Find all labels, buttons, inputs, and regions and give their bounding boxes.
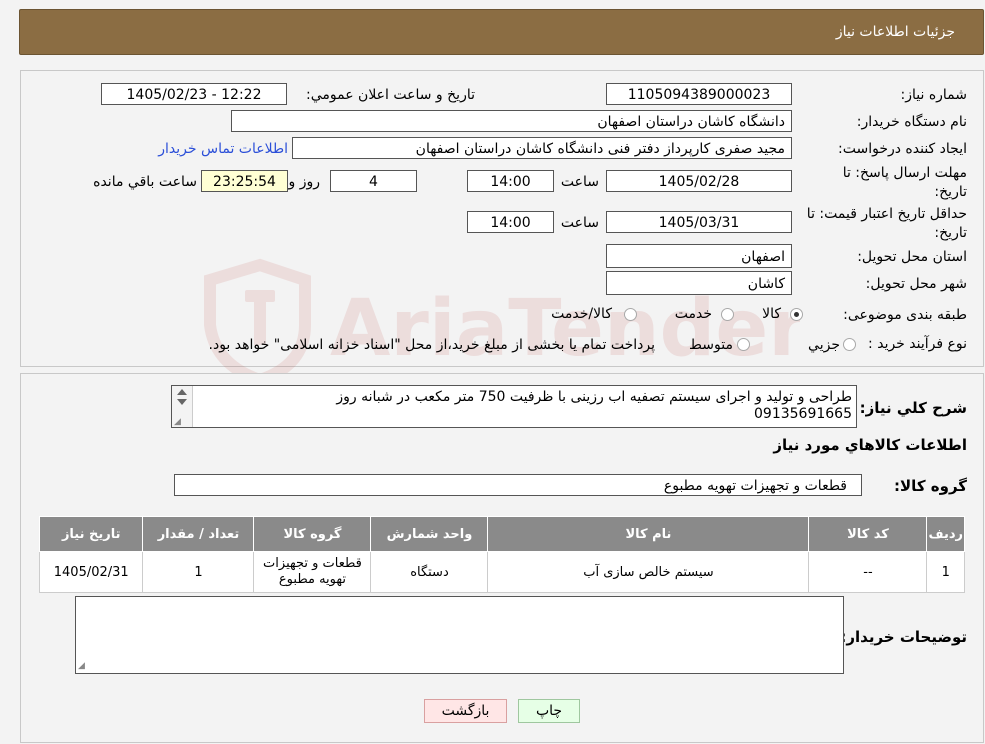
col-header-item-name: نام كالا xyxy=(487,516,810,552)
col-header-need-date: تاريخ نياز xyxy=(38,516,144,552)
goods-group-label: گروه كالا: xyxy=(894,477,967,495)
announce-label: تاريخ و ساعت اعلان عمومي: xyxy=(306,87,475,103)
days-label: روز و xyxy=(288,174,321,190)
validity-date-field: 1405/03/31 xyxy=(606,211,792,233)
page-title: جزئيات اطلاعات نياز xyxy=(835,24,955,40)
province-label: استان محل تحویل: xyxy=(857,249,967,265)
col-header-group: گروه كالا xyxy=(253,516,372,552)
goods-table: رديف كد كالا نام كالا واحد شمارش گروه كا… xyxy=(38,516,965,593)
cell-unit: دستگاه xyxy=(370,551,489,593)
buyer-contact-link[interactable]: اطلاعات تماس خريدار xyxy=(158,141,288,157)
validity-label-line2: تاريخ: xyxy=(934,225,967,241)
process-radio-medium[interactable] xyxy=(737,338,750,351)
days-remaining-field: 4 xyxy=(330,170,417,192)
cell-group: قطعات و تجهیزات تهویه مطبوع xyxy=(253,551,372,593)
category-option-goods-service: کالا/خدمت xyxy=(551,306,612,322)
deadline-label-line1: مهلت ارسال پاسخ: تا xyxy=(842,165,967,181)
cell-need-date: 1405/02/31 xyxy=(38,551,144,593)
category-option-goods: کالا xyxy=(762,306,781,322)
category-radio-service[interactable] xyxy=(721,308,734,321)
cell-item-name: سیستم خالص سازی آب xyxy=(487,551,810,593)
resize-grip-icon[interactable]: ◢ xyxy=(78,661,85,671)
process-option-medium: متوسط xyxy=(689,337,733,353)
cell-item-code: -- xyxy=(808,551,928,593)
buyer-notes-label: توضيحات خريدار: xyxy=(840,628,967,646)
deadline-time-label: ساعت xyxy=(560,174,599,190)
description-scrollbar[interactable]: ◢ xyxy=(172,386,193,427)
print-button[interactable]: چاپ xyxy=(518,699,580,723)
validity-time-field: 14:00 xyxy=(467,211,554,233)
col-header-item-code: كد كالا xyxy=(808,516,928,552)
scroll-up-icon[interactable] xyxy=(177,389,187,395)
resize-grip-icon[interactable]: ◢ xyxy=(174,417,181,427)
process-option-minor: جزيي xyxy=(808,337,840,353)
buyer-org-label: نام دستگاه خريدار: xyxy=(856,114,967,130)
process-type-label: نوع فرآيند خريد : xyxy=(868,336,967,352)
category-radio-goods[interactable] xyxy=(790,308,803,321)
remaining-time-label: ساعت باقي مانده xyxy=(93,174,197,190)
need-number-label: شماره نیاز: xyxy=(900,87,968,103)
city-field: کاشان xyxy=(606,271,792,295)
description-label: شرح كلي نياز: xyxy=(859,399,967,417)
back-button[interactable]: بازگشت xyxy=(424,699,507,723)
deadline-label-line2: تاریخ: xyxy=(934,184,967,200)
requester-field: مجید صفری کارپرداز دفتر فنی دانشگاه کاشا… xyxy=(292,137,792,159)
category-label: طبقه بندی موضوعی: xyxy=(843,307,967,323)
page-header: جزئيات اطلاعات نياز xyxy=(19,9,984,55)
cell-row-number: 1 xyxy=(926,551,965,593)
goods-group-field: قطعات و تجهیزات تهویه مطبوع xyxy=(174,474,862,496)
need-number-field: 1105094389000023 xyxy=(606,83,792,105)
category-radio-goods-service[interactable] xyxy=(624,308,637,321)
remaining-time-field: 23:25:54 xyxy=(201,170,288,192)
category-option-service: خدمت xyxy=(674,306,712,322)
deadline-time-field: 14:00 xyxy=(467,170,554,192)
validity-time-label: ساعت xyxy=(560,215,599,231)
province-field: اصفهان xyxy=(606,244,792,268)
announce-datetime-field: 1405/02/23 - 12:22 xyxy=(101,83,287,105)
col-header-unit: واحد شمارش xyxy=(370,516,489,552)
requester-label: ایجاد کننده درخواست: xyxy=(838,141,967,157)
city-label: شهر محل تحویل: xyxy=(865,276,967,292)
process-radio-minor[interactable] xyxy=(843,338,856,351)
description-text: طراحی و تولید و اجرای سیستم تصفیه اب رزی… xyxy=(336,389,852,422)
goods-section-title: اطلاعات كالاهاي مورد نياز xyxy=(773,436,967,454)
buyer-org-field: دانشگاه کاشان دراستان اصفهان xyxy=(231,110,792,132)
cell-quantity: 1 xyxy=(142,551,255,593)
process-note: پرداخت تمام یا بخشی از مبلغ خرید،از محل … xyxy=(208,337,655,353)
col-header-quantity: تعداد / مقدار xyxy=(142,516,255,552)
description-textarea[interactable]: ◢ طراحی و تولید و اجرای سیستم تصفیه اب ر… xyxy=(171,385,857,428)
buyer-notes-textarea[interactable]: ◢ xyxy=(75,596,844,674)
col-header-row-number: رديف xyxy=(926,516,965,552)
validity-label-line1: حداقل تاريخ اعتبار قيمت: تا xyxy=(806,206,967,222)
deadline-date-field: 1405/02/28 xyxy=(606,170,792,192)
scroll-down-icon[interactable] xyxy=(177,399,187,405)
table-row: 1 -- سیستم خالص سازی آب دستگاه قطعات و ت… xyxy=(38,551,965,593)
table-header-row: رديف كد كالا نام كالا واحد شمارش گروه كا… xyxy=(38,516,965,552)
